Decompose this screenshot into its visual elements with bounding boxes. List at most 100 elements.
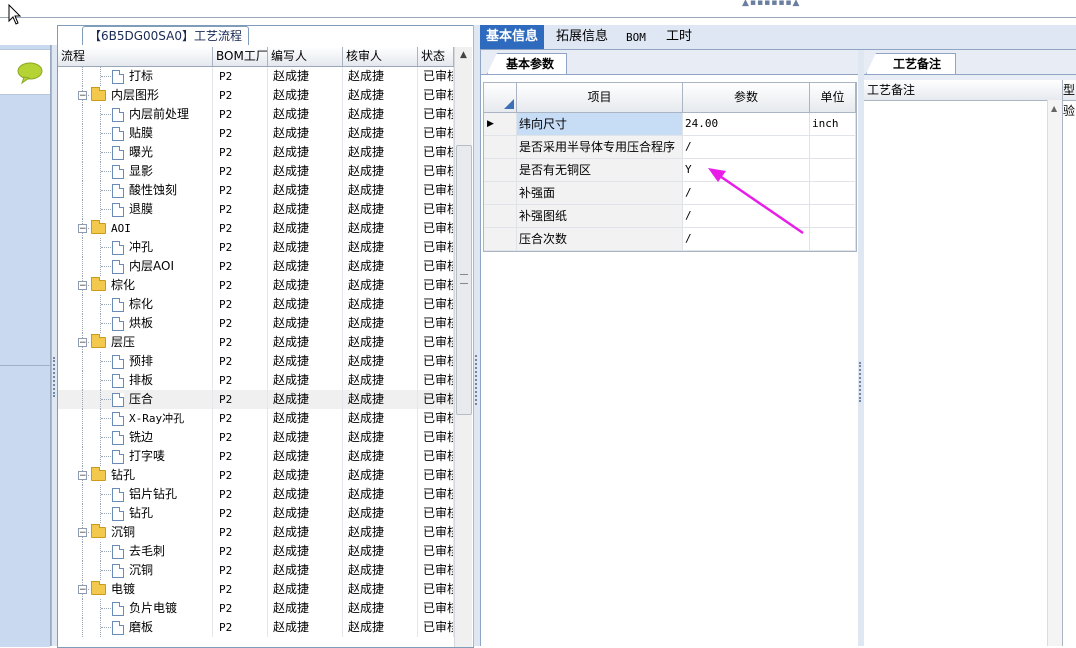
col-header-type[interactable]: 型 <box>1063 80 1076 101</box>
process-cell[interactable]: 曝光 <box>58 143 213 162</box>
table-row[interactable]: ▶ 纬向尺寸 24.00 inch <box>484 113 856 136</box>
table-row[interactable]: 磨板P2赵成捷赵成捷已审核 <box>58 618 454 637</box>
process-cell[interactable]: − 电镀 <box>58 580 213 599</box>
col-header-process[interactable]: 流程 <box>58 47 213 66</box>
process-cell[interactable]: − 棕化 <box>58 276 213 295</box>
process-cell[interactable]: 烘板 <box>58 314 213 333</box>
table-row[interactable]: 沉铜P2赵成捷赵成捷已审核 <box>58 561 454 580</box>
table-row[interactable]: 排板P2赵成捷赵成捷已审核 <box>58 371 454 390</box>
table-row[interactable]: −沉铜P2赵成捷赵成捷已审核 <box>58 523 454 542</box>
process-cell[interactable]: 压合 <box>58 390 213 409</box>
process-cell[interactable]: 贴膜 <box>58 124 213 143</box>
row-indicator[interactable] <box>484 159 517 181</box>
process-cell[interactable]: 钻孔 <box>58 504 213 523</box>
process-grid-scrollbar[interactable]: ▲ <box>454 47 472 647</box>
process-cell[interactable]: 铣边 <box>58 428 213 447</box>
table-row[interactable]: −电镀P2赵成捷赵成捷已审核 <box>58 580 454 599</box>
table-row[interactable]: 钻孔P2赵成捷赵成捷已审核 <box>58 504 454 523</box>
process-cell[interactable]: 排板 <box>58 371 213 390</box>
collapse-grip-icon[interactable]: ▲▪▪▪▪▪▪▲ <box>742 0 799 8</box>
process-cell[interactable]: 打字唛 <box>58 447 213 466</box>
tab-basic-info[interactable]: 基本信息 <box>480 25 545 49</box>
table-row[interactable]: 打标P2赵成捷赵成捷已审核 <box>58 67 454 86</box>
table-row[interactable]: −层压P2赵成捷赵成捷已审核 <box>58 333 454 352</box>
process-cell[interactable]: 酸性蚀刻 <box>58 181 213 200</box>
table-row[interactable]: 退膜P2赵成捷赵成捷已审核 <box>58 200 454 219</box>
table-row[interactable]: 贴膜P2赵成捷赵成捷已审核 <box>58 124 454 143</box>
subtab-basic-params[interactable]: 基本参数 <box>487 53 568 74</box>
table-row[interactable]: 是否采用半导体专用压合程序 / <box>484 136 856 159</box>
col-header-value[interactable]: 参数 <box>683 83 810 112</box>
process-cell[interactable]: 预排 <box>58 352 213 371</box>
process-cell[interactable]: − 层压 <box>58 333 213 352</box>
process-cell[interactable]: 打标 <box>58 67 213 86</box>
table-row[interactable]: 预排P2赵成捷赵成捷已审核 <box>58 352 454 371</box>
process-cell[interactable]: 负片电镀 <box>58 599 213 618</box>
col-header-unit[interactable]: 单位 <box>810 83 856 112</box>
row-indicator[interactable]: ▶ <box>484 113 517 135</box>
collapse-icon[interactable]: − <box>78 471 87 481</box>
table-row[interactable]: 冲孔P2赵成捷赵成捷已审核 <box>58 238 454 257</box>
process-cell[interactable]: 内层前处理 <box>58 105 213 124</box>
collapse-icon[interactable]: − <box>78 585 87 595</box>
process-cell[interactable]: − 内层图形 <box>58 86 213 105</box>
chat-bubble-icon[interactable] <box>17 62 43 84</box>
table-row[interactable]: 烘板P2赵成捷赵成捷已审核 <box>58 314 454 333</box>
table-row[interactable]: 铣边P2赵成捷赵成捷已审核 <box>58 428 454 447</box>
collapse-icon[interactable]: − <box>78 281 87 291</box>
table-row[interactable]: −棕化P2赵成捷赵成捷已审核 <box>58 276 454 295</box>
row-indicator[interactable] <box>484 228 517 250</box>
scroll-up-icon[interactable]: ▲ <box>1051 104 1057 113</box>
table-row[interactable]: 压合P2赵成捷赵成捷已审核 <box>58 390 454 409</box>
table-row[interactable]: 曝光P2赵成捷赵成捷已审核 <box>58 143 454 162</box>
message-card[interactable] <box>0 49 50 95</box>
tab-work-hours[interactable]: 工时 <box>660 25 698 49</box>
scroll-up-icon[interactable]: ▲ <box>455 47 472 64</box>
process-cell[interactable]: 磨板 <box>58 618 213 637</box>
table-row[interactable]: −AOIP2赵成捷赵成捷已审核 <box>58 219 454 238</box>
process-cell[interactable]: 显影 <box>58 162 213 181</box>
table-row[interactable]: 酸性蚀刻P2赵成捷赵成捷已审核 <box>58 181 454 200</box>
table-row[interactable]: 内层AOIP2赵成捷赵成捷已审核 <box>58 257 454 276</box>
row-indicator[interactable] <box>484 182 517 204</box>
collapse-icon[interactable]: − <box>78 528 87 538</box>
subtab-process-notes[interactable]: 工艺备注 <box>866 53 957 74</box>
col-header-status[interactable]: 状态 <box>418 47 454 66</box>
row-indicator[interactable] <box>484 205 517 227</box>
tab-bom[interactable]: BOM <box>620 26 652 50</box>
param-value-cell[interactable]: / <box>683 136 810 158</box>
process-cell[interactable]: X-Ray冲孔 <box>58 409 213 428</box>
table-row[interactable]: 内层前处理P2赵成捷赵成捷已审核 <box>58 105 454 124</box>
collapse-icon[interactable]: − <box>78 91 87 101</box>
scroll-thumb[interactable] <box>456 145 472 415</box>
col-header-reviewer[interactable]: 核审人 <box>343 47 418 66</box>
table-row[interactable]: −钻孔P2赵成捷赵成捷已审核 <box>58 466 454 485</box>
col-header-bom[interactable]: BOM工厂 <box>213 47 268 66</box>
row-indicator[interactable] <box>484 136 517 158</box>
collapse-icon[interactable]: − <box>78 338 87 348</box>
col-header-writer[interactable]: 编写人 <box>268 47 343 66</box>
table-row[interactable]: 棕化P2赵成捷赵成捷已审核 <box>58 295 454 314</box>
table-row[interactable]: 显影P2赵成捷赵成捷已审核 <box>58 162 454 181</box>
process-cell[interactable]: 内层AOI <box>58 257 213 276</box>
col-header-item[interactable]: 项目 <box>517 83 683 112</box>
table-row[interactable]: 打字唛P2赵成捷赵成捷已审核 <box>58 447 454 466</box>
process-cell[interactable]: 冲孔 <box>58 238 213 257</box>
tab-extended-info[interactable]: 拓展信息 <box>550 25 614 49</box>
table-row[interactable]: 去毛刺P2赵成捷赵成捷已审核 <box>58 542 454 561</box>
process-cell[interactable]: 退膜 <box>58 200 213 219</box>
process-cell[interactable]: 棕化 <box>58 295 213 314</box>
notes-scrollbar[interactable]: ▲ <box>1047 100 1062 646</box>
process-cell[interactable]: − 钻孔 <box>58 466 213 485</box>
process-cell[interactable]: 沉铜 <box>58 561 213 580</box>
process-cell[interactable]: 去毛刺 <box>58 542 213 561</box>
table-row[interactable]: 负片电镀P2赵成捷赵成捷已审核 <box>58 599 454 618</box>
table-row[interactable]: X-Ray冲孔P2赵成捷赵成捷已审核 <box>58 409 454 428</box>
process-cell[interactable]: 铝片钻孔 <box>58 485 213 504</box>
param-value-cell[interactable]: 24.00 <box>683 113 810 135</box>
process-cell[interactable]: − 沉铜 <box>58 523 213 542</box>
collapse-icon[interactable]: − <box>78 224 87 234</box>
col-header-notes[interactable]: 工艺备注 <box>864 80 1062 101</box>
table-row[interactable]: −内层图形P2赵成捷赵成捷已审核 <box>58 86 454 105</box>
process-cell[interactable]: − AOI <box>58 219 213 238</box>
